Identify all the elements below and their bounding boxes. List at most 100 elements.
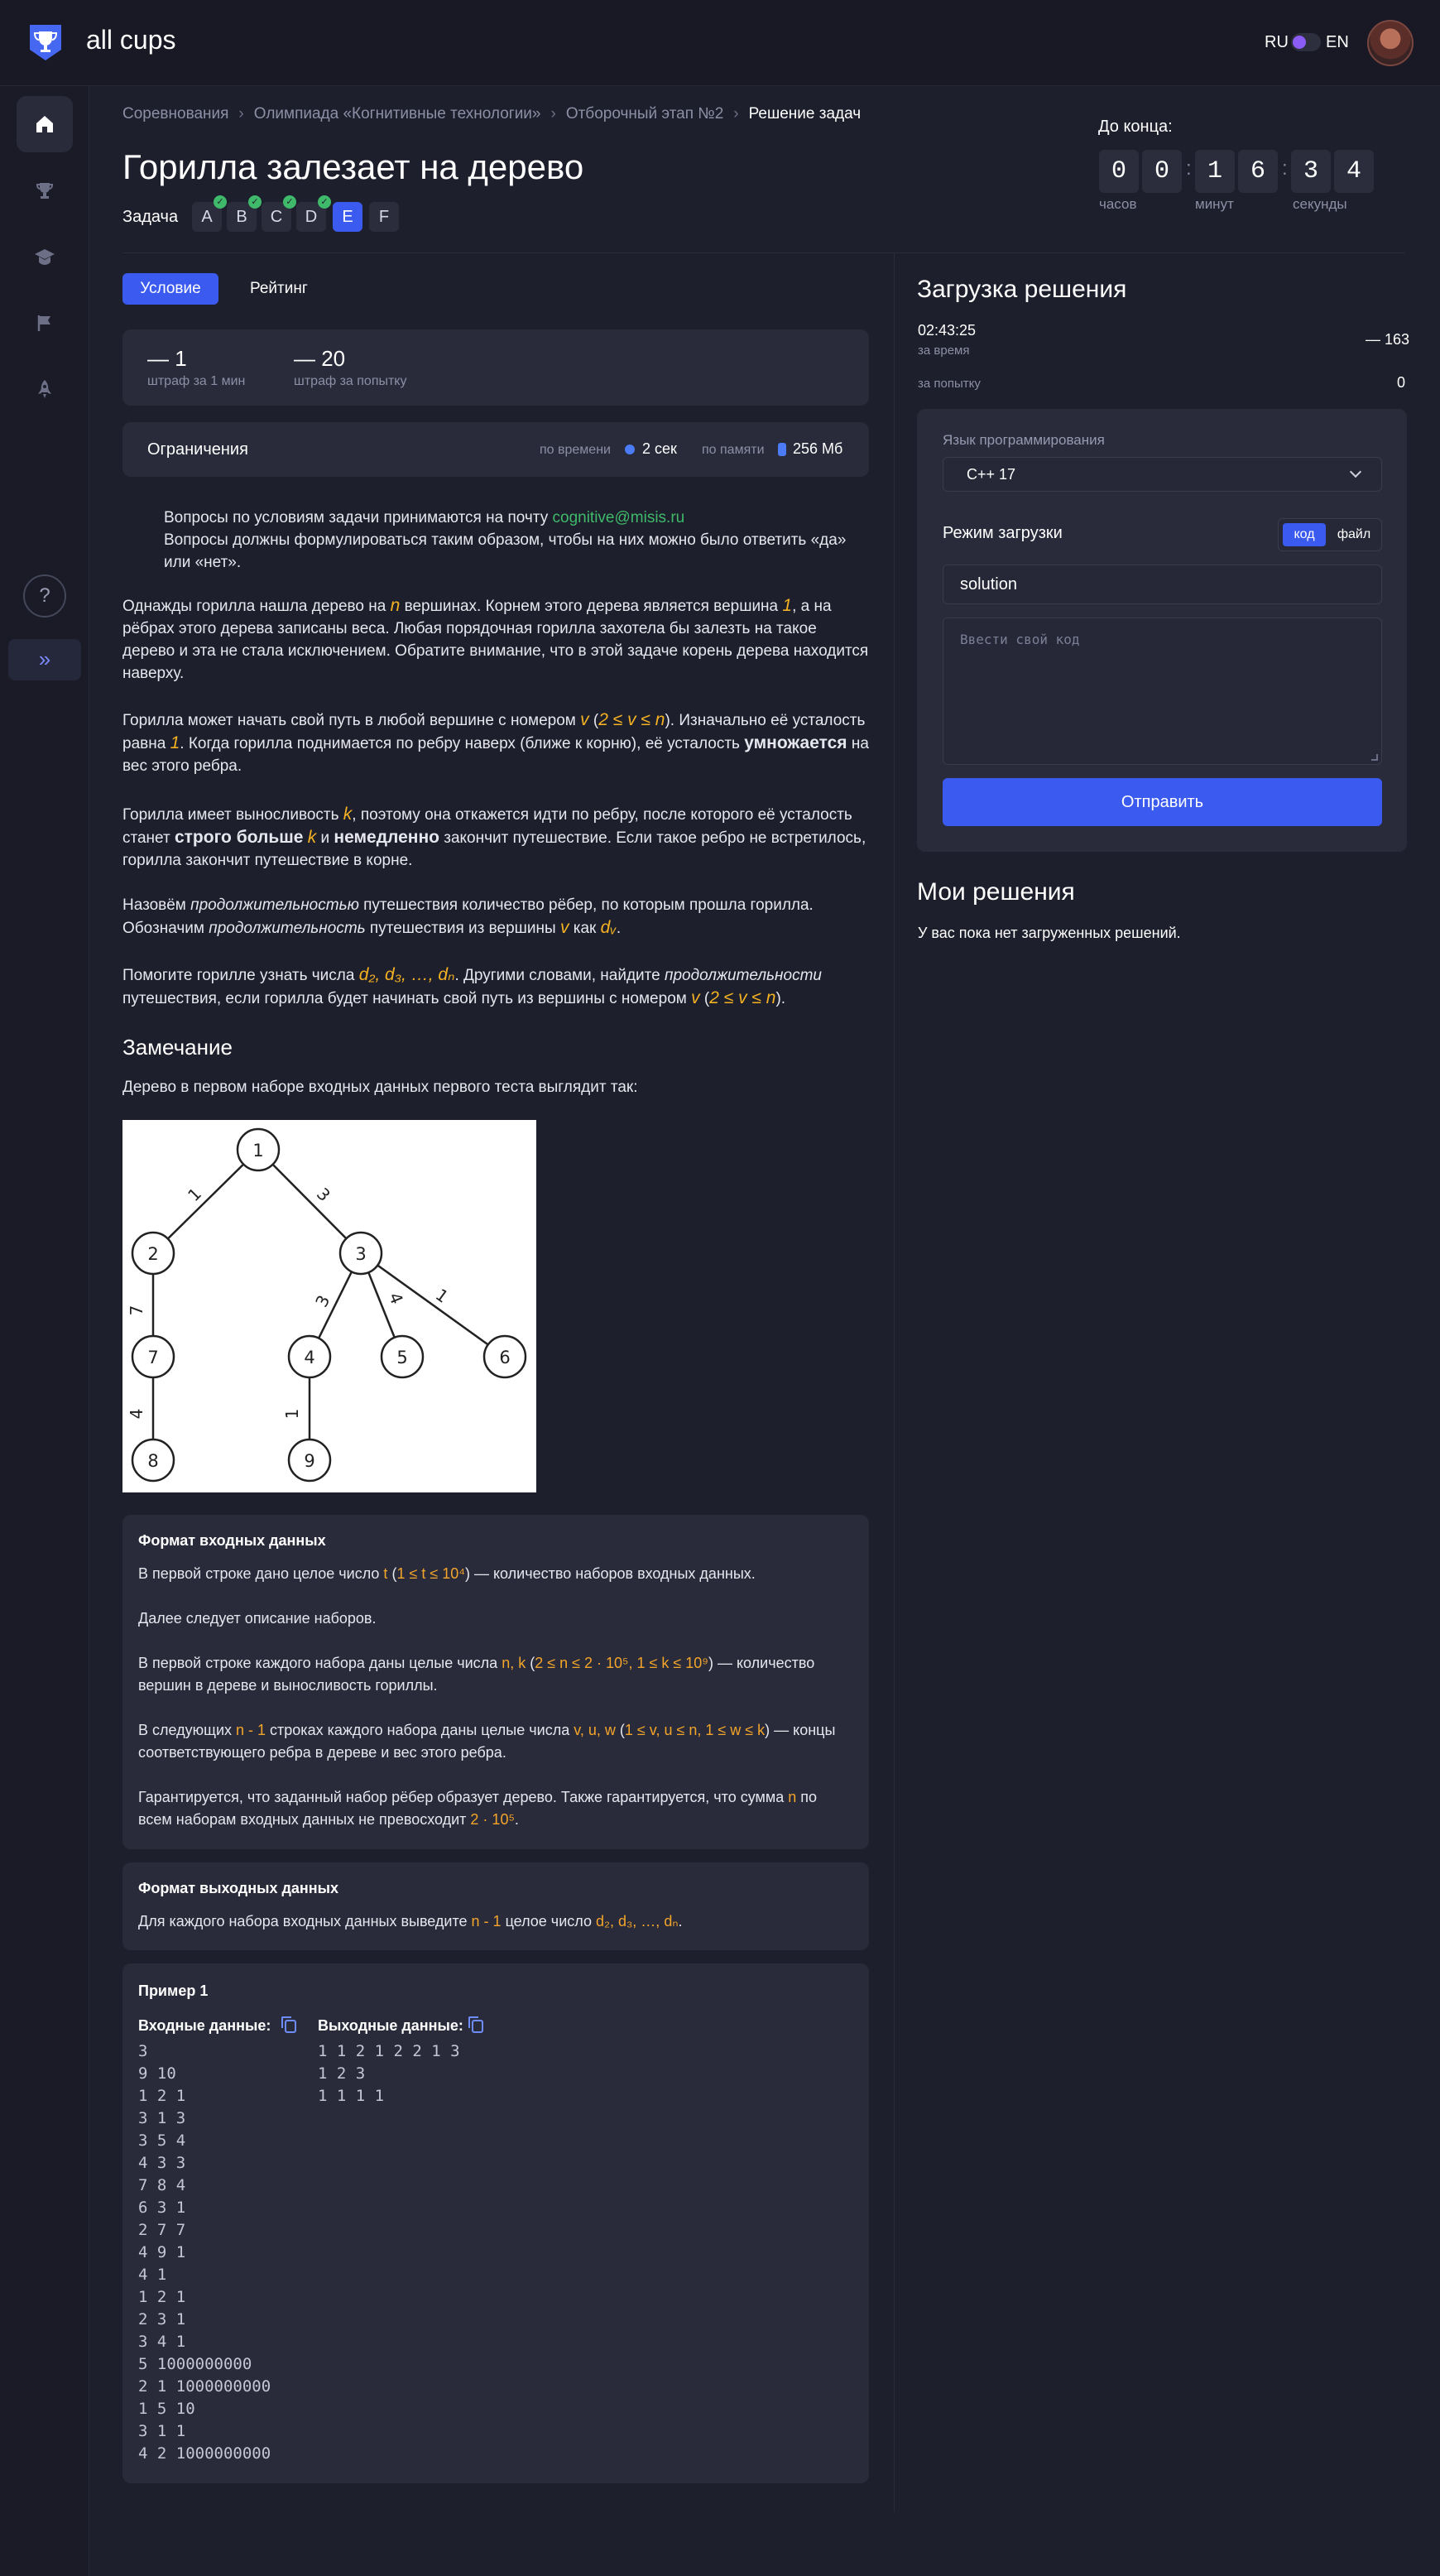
time-limit-value: 2 сек — [642, 440, 677, 457]
breadcrumb-competitions[interactable]: Соревнования — [122, 105, 228, 123]
timer-unit-minutes: минут — [1195, 196, 1234, 212]
tree-node: 1 — [252, 1141, 263, 1161]
sidebar-item-flag[interactable] — [17, 295, 73, 351]
penalty-per-attempt-caption: штраф за попытку — [294, 374, 407, 388]
example-output-line: 1 1 2 1 2 2 1 3 — [318, 2042, 460, 2060]
resize-handle[interactable] — [1371, 754, 1378, 761]
edge-weight: 1 — [282, 1409, 302, 1420]
example-input-line: 7 8 4 — [138, 2176, 186, 2194]
code-textarea[interactable]: Ввести свой код — [943, 618, 1382, 765]
language-select[interactable]: C++ 17 — [943, 457, 1382, 492]
submission-time-penalty: — 163 — [1366, 331, 1410, 348]
check-icon: ✓ — [283, 195, 296, 209]
rocket-icon — [38, 380, 51, 398]
task-tab-f[interactable]: F — [369, 202, 399, 232]
sidebar-item-rocket[interactable] — [17, 361, 73, 417]
timer-digit: 0 — [1099, 150, 1139, 193]
example-input-line: 1 5 10 — [138, 2400, 195, 2418]
example-input-line: 4 2 1000000000 — [138, 2444, 271, 2463]
breadcrumb: Соревнования › Олимпиада «Когнитивные техн… — [122, 105, 861, 123]
example-input-line: 3 — [138, 2042, 148, 2060]
copy-output-icon[interactable] — [468, 2016, 483, 2033]
note-title: Замечание — [122, 1035, 233, 1060]
tree-node: 8 — [147, 1451, 158, 1471]
language-toggle[interactable] — [1291, 33, 1321, 51]
task-tab-e[interactable]: E — [333, 202, 362, 232]
sidebar-item-home[interactable] — [17, 96, 73, 152]
example-input-line: 4 9 1 — [138, 2243, 186, 2261]
output-format-panel — [122, 1862, 869, 1950]
contact-email-link[interactable]: cognitive@misis.ru — [553, 509, 685, 526]
submit-button[interactable]: Отправить — [943, 778, 1382, 826]
edge-weight: 1 — [184, 1184, 205, 1205]
edge-weight: 1 — [432, 1285, 452, 1307]
hat-icon — [35, 249, 55, 265]
example-panel — [122, 1963, 869, 2483]
expand-sidebar-button[interactable]: » — [8, 639, 81, 680]
sidebar-item-education[interactable] — [17, 228, 73, 285]
statement-paragraph-3: Горилла имеет выносливость k, поэтому он… — [122, 805, 866, 869]
page-title: Горилла залезает на дерево — [122, 147, 584, 186]
example-input-line: 5 1000000000 — [138, 2355, 252, 2373]
timer-digit: 3 — [1291, 150, 1331, 193]
example-output-line: 1 2 3 — [318, 2064, 366, 2083]
timer-unit-seconds: секунды — [1293, 196, 1347, 212]
tree-node: 4 — [304, 1348, 314, 1367]
copy-input-icon[interactable] — [281, 2016, 296, 2033]
filename-input[interactable]: solution — [943, 565, 1382, 604]
tree-node: 9 — [304, 1451, 314, 1471]
task-tab-a[interactable]: A ✓ — [192, 195, 227, 232]
note-text: Дерево в первом наборе входных данных пе… — [122, 1079, 638, 1096]
task-tab-d[interactable]: D ✓ — [296, 195, 331, 232]
mode-file-button[interactable]: файл — [1330, 523, 1378, 546]
my-solutions-empty: У вас пока нет загруженных решений. — [918, 925, 1181, 941]
tab-condition[interactable]: Условие — [122, 273, 218, 305]
breadcrumb-stage[interactable]: Отборочный этап №2 — [566, 105, 723, 123]
timer-digit: 0 — [1142, 150, 1182, 193]
lang-ru[interactable]: RU — [1265, 33, 1289, 52]
example-input-line: 4 1 — [138, 2266, 167, 2284]
example-input-line: 3 4 1 — [138, 2333, 186, 2351]
avatar[interactable] — [1367, 20, 1414, 66]
cup-logo-icon[interactable] — [26, 22, 65, 63]
example-input-line: 4 3 3 — [138, 2154, 186, 2172]
timer-digit: 4 — [1334, 150, 1374, 193]
task-tab-c[interactable]: C ✓ — [262, 195, 296, 232]
help-button[interactable]: ? — [23, 574, 66, 618]
tab-rating[interactable]: Рейтинг — [233, 273, 324, 305]
lang-en[interactable]: EN — [1326, 33, 1349, 52]
column-divider — [894, 252, 895, 2512]
output-format-text: Для каждого набора входных данных выведи… — [138, 1913, 683, 1930]
check-icon: ✓ — [248, 195, 262, 209]
database-icon — [778, 443, 786, 456]
mode-code-button[interactable]: код — [1283, 523, 1326, 546]
timer-label: До конца: — [1098, 118, 1173, 136]
tree-image: 1 3 7 3 4 1 4 1 1 2 3 4 5 6 7 8 9 — [122, 1120, 536, 1492]
memory-limit-value: 256 Мб — [793, 440, 843, 457]
timer-digit: 6 — [1238, 150, 1278, 193]
breadcrumb-olympiad[interactable]: Олимпиада «Когнитивные технологии» — [254, 105, 541, 123]
task-tab-b[interactable]: B ✓ — [227, 195, 262, 232]
edge-weight: 7 — [127, 1305, 146, 1316]
contact-notice: Вопросы по условиям задачи принимаются н… — [164, 509, 847, 571]
example-input-line: 6 3 1 — [138, 2199, 186, 2217]
edge-weight: 3 — [311, 1292, 334, 1310]
flag-icon — [37, 315, 50, 331]
example-input-line: 9 10 — [138, 2064, 176, 2083]
my-solutions-title: Мои решения — [917, 878, 1075, 906]
memory-limit-caption: по памяти — [702, 443, 765, 457]
example-input-label: Входные данные: — [138, 2017, 271, 2034]
tree-node: 3 — [355, 1244, 366, 1264]
input-format-title: Формат входных данных — [138, 1532, 326, 1549]
chevron-right-icon: › — [733, 105, 739, 123]
top-bar: all cups RU EN — [0, 0, 1440, 86]
example-output-label: Выходные данные: — [318, 2017, 463, 2034]
task-label: Задача — [122, 208, 179, 226]
logo-text[interactable]: all cups — [86, 25, 176, 55]
input-format-line-5: Гарантируется, что заданный набор рёбер … — [138, 1789, 818, 1828]
statement-paragraph-1: Однажды горилла нашла дерево на n вершин… — [122, 596, 869, 682]
submission-time-caption: за время — [918, 344, 970, 358]
example-input-line: 2 7 7 — [138, 2221, 186, 2239]
input-format-line-4: В следующих n - 1 строках каждого набора… — [138, 1722, 836, 1761]
sidebar-item-competitions[interactable] — [17, 162, 73, 219]
